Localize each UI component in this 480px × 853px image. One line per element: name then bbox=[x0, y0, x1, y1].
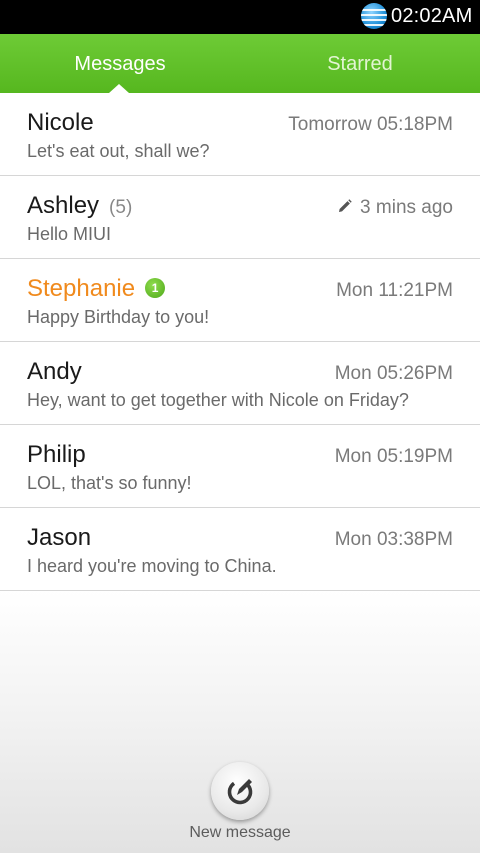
message-snippet: Happy Birthday to you! bbox=[27, 307, 210, 327]
conversation-row-andy[interactable]: Andy Mon 05:26PM Hey, want to get togeth… bbox=[0, 342, 480, 425]
message-snippet: LOL, that's so funny! bbox=[27, 473, 192, 493]
compose-icon bbox=[227, 779, 253, 805]
message-time: Mon 11:21PM bbox=[336, 280, 453, 301]
tab-bar: Messages Starred bbox=[0, 34, 480, 93]
message-time-wrapper: 3 mins ago bbox=[337, 197, 453, 219]
status-bar: 02:02AM bbox=[0, 0, 480, 34]
tab-starred[interactable]: Starred bbox=[240, 34, 480, 93]
contact-name-wrapper: Ashley (5) bbox=[27, 192, 132, 220]
draft-pencil-icon bbox=[339, 199, 352, 212]
contact-name: Ashley bbox=[27, 192, 100, 219]
contact-name: Andy bbox=[27, 358, 82, 385]
message-snippet: Hey, want to get together with Nicole on… bbox=[27, 390, 409, 410]
selected-tab-indicator bbox=[109, 84, 129, 93]
new-message-button[interactable] bbox=[211, 762, 269, 820]
new-message-label: New message bbox=[189, 824, 291, 841]
contact-name: Stephanie bbox=[27, 275, 136, 302]
conversation-row-ashley[interactable]: Ashley (5) 3 mins ago Hello MIUI bbox=[0, 176, 480, 259]
message-snippet: Hello MIUI bbox=[27, 224, 112, 244]
message-time: Mon 03:38PM bbox=[334, 529, 453, 550]
unread-badge: 1 bbox=[145, 278, 166, 298]
conversation-list: Nicole Tomorrow 05:18PM Let's eat out, s… bbox=[0, 93, 480, 591]
message-time: Mon 05:19PM bbox=[334, 446, 453, 467]
conversation-row-philip[interactable]: Philip Mon 05:19PM LOL, that's so funny! bbox=[0, 425, 480, 508]
conversation-row-stephanie[interactable]: Stephanie 1 Mon 11:21PM Happy Birthday to… bbox=[0, 259, 480, 342]
message-time: 3 mins ago bbox=[360, 197, 453, 218]
status-clock: 02:02AM bbox=[391, 5, 473, 27]
message-time: Tomorrow 05:18PM bbox=[288, 114, 453, 135]
message-snippet: Let's eat out, shall we? bbox=[27, 141, 210, 161]
message-count: (5) bbox=[109, 197, 133, 218]
message-snippet: I heard you're moving to China. bbox=[27, 556, 277, 576]
contact-name-wrapper: Stephanie 1 bbox=[27, 275, 166, 303]
contact-name: Philip bbox=[27, 441, 86, 468]
conversation-row-nicole[interactable]: Nicole Tomorrow 05:18PM Let's eat out, s… bbox=[0, 93, 480, 176]
message-time: Mon 05:26PM bbox=[334, 363, 453, 384]
contact-name: Jason bbox=[27, 524, 92, 551]
att-globe-icon bbox=[361, 3, 387, 29]
conversation-row-jason[interactable]: Jason Mon 03:38PM I heard you're moving … bbox=[0, 508, 480, 591]
contact-name: Nicole bbox=[27, 109, 94, 136]
